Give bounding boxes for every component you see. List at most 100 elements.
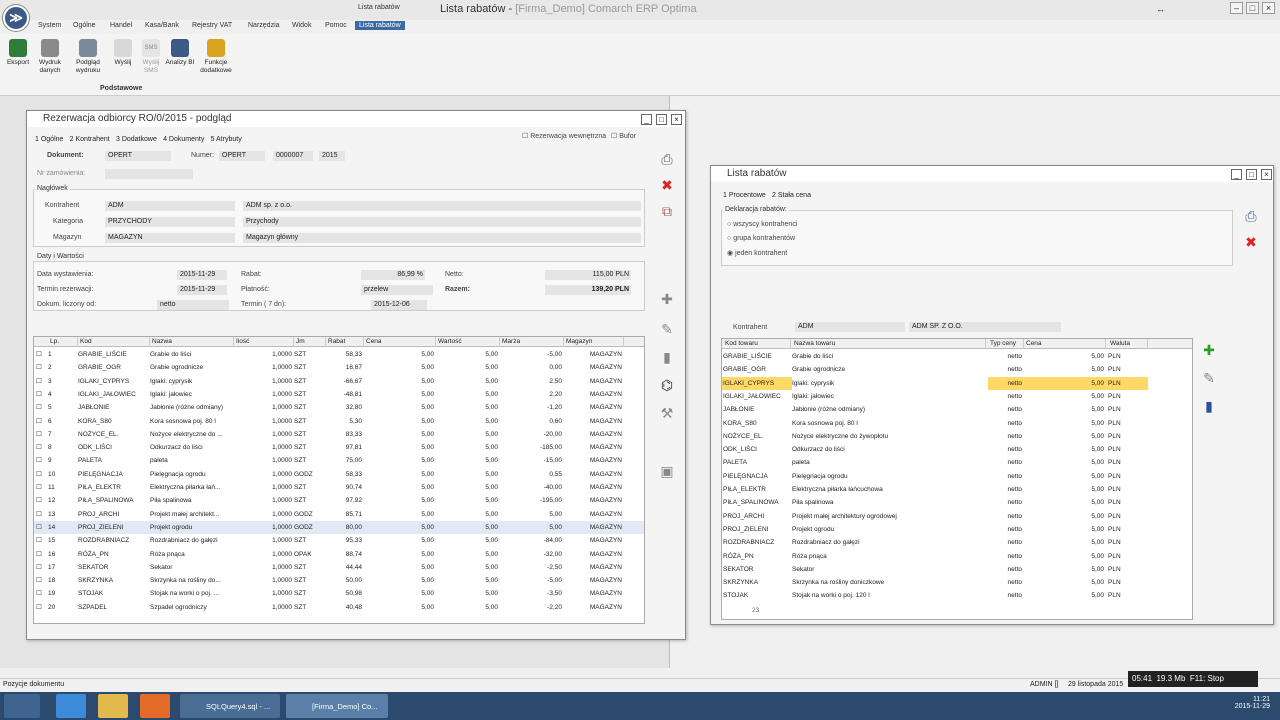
row-checkbox[interactable]: ☐ [36,481,46,494]
table-row[interactable]: ☐ 2 GRABIE_OGR Grabie ogrodnicze 1,0000 SZT 16… [34,361,644,374]
row-checkbox[interactable]: ☐ [36,561,46,574]
table-row[interactable]: ROZDRABNIACZ Rozdrabniacz do gałęzi netto 5… [722,536,1192,549]
table-row[interactable]: ☐ 4 IGLAKI_JAŁOWIEC Iglaki: jałowiec 1,0000 S… [34,388,644,401]
table-row[interactable]: PROJ_ARCHI Projekt małej architektury ogr… [722,510,1192,523]
rabaty-kontrahent-field[interactable]: ADM [795,322,905,332]
table-row[interactable]: ☐ 15 ROZDRABNIACZ Rozdrabniacz do gałęzi 1,0… [34,534,644,547]
maximize-icon[interactable]: □ [1246,169,1257,180]
send-sms-button[interactable]: SMS Wyślij SMS [135,39,167,75]
platnosc-select[interactable]: przelew [361,285,433,295]
table-row[interactable]: PIŁA_SPALINOWA Piła spalinowa netto 5,00 PLN [722,496,1192,509]
tab-dodatkowe[interactable]: 3 Dodatkowe [116,136,157,143]
column-header[interactable]: Jm [294,337,326,347]
clock[interactable]: 11:21 2015-11-29 [1235,696,1270,710]
row-checkbox[interactable]: ☐ [36,534,46,547]
column-header[interactable]: Kod towaru [723,339,791,349]
row-checkbox[interactable]: ☐ [36,454,46,467]
row-checkbox[interactable]: ☐ [36,548,46,561]
table-row[interactable]: ☐ 8 ODK_LIŚCI Odkurzacz do liści 1,0000 SZT 97… [34,441,644,454]
copy-icon[interactable]: ⧉ [659,203,675,219]
column-header[interactable]: Nazwa towaru [792,339,986,349]
table-row[interactable]: ☐ 6 KORA_S80 Kora sosnowa poj. 80 l 1,0000 SZ… [34,415,644,428]
kategoria-field[interactable]: PRZYCHODY [105,217,235,227]
column-header[interactable]: Cena [364,337,436,347]
table-row[interactable]: PROJ_ZIELENI Projekt ogrodu netto 5,00 PLN [722,523,1192,536]
positions-table[interactable]: Lp. Kod Nazwa Ilość Jm Rabat Cena Wartość Marża M… [33,336,645,624]
tab-kontrahent[interactable]: 2 Kontrahent [70,136,110,143]
print-data-button[interactable]: Wydruk danych [34,39,66,75]
edit-icon[interactable]: ✎ [659,321,675,337]
row-checkbox[interactable]: ☐ [36,521,46,534]
table-row[interactable]: ☐ 11 PIŁA_ELEKTR Elektryczna piłarka łań...… [34,481,644,494]
print-icon[interactable]: ⎙ [659,151,675,167]
table-row[interactable]: ☐ 10 PIELĘGNACJA Pielęgnacja ogrodu 1,0000 GO… [34,468,644,481]
print-preview-button[interactable]: Podgląd wydruku [72,39,104,75]
tab-stala-cena[interactable]: 2 Stała cena [772,192,811,199]
minimize-icon[interactable]: _ [1231,169,1242,180]
stock-icon[interactable]: ▣ [659,463,675,479]
minimize-icon[interactable]: _ [641,114,652,125]
restore-arrows-icon[interactable]: ↔ [1156,4,1165,14]
table-row[interactable]: ☐ 7 NOŻYCE_EL. Nożyce elektryczne do ... 1,0… [34,428,644,441]
table-row[interactable]: IGLAKI_CYPRYS Iglaki: cyprysik netto 5,00 PL… [722,376,1192,390]
column-header[interactable]: Lp. [48,337,78,347]
kontrahent-field[interactable]: ADM [105,201,235,211]
start-icon[interactable] [4,694,40,718]
column-header[interactable]: Marża [500,337,564,347]
row-checkbox[interactable]: ☐ [36,601,46,614]
table-row[interactable]: ☐ 3 IGLAKI_CYPRYS Iglaki: cyprysik 1,0000 SZT… [34,375,644,388]
menu-rejestry-vat[interactable]: Rejestry VAT [192,22,232,29]
row-checkbox[interactable]: ☐ [36,428,46,441]
taskbar-erp[interactable]: [Firma_Demo] Co... [286,694,388,718]
column-header[interactable]: Magazyn [564,337,624,347]
menu-system[interactable]: System [38,22,61,29]
row-checkbox[interactable]: ☐ [36,587,46,600]
cancel-icon[interactable]: ✖ [1243,234,1259,250]
explorer-icon[interactable] [98,694,128,718]
row-checkbox[interactable]: ☐ [36,348,46,361]
delete-icon[interactable]: ▮ [1201,398,1217,414]
table-row[interactable]: ☐ 12 PIŁA_SPALINOWA Piła spalinowa 1,0000 SZT… [34,494,644,507]
add-icon[interactable]: ✚ [1201,342,1217,358]
table-row[interactable]: ☐ 16 RÓŻA_PN Róża pnąca 1,0000 OPAK 88,74 5,00 5… [34,548,644,561]
tab-atrybuty[interactable]: 5 Atrybuty [211,136,242,143]
row-checkbox[interactable]: ☐ [36,361,46,374]
menu-pomoc[interactable]: Pomoc [325,22,347,29]
termin-rezerwacji-field[interactable]: 2015-11-29 [177,285,227,295]
column-header[interactable]: Ilość [234,337,294,347]
close-icon[interactable]: × [671,114,682,125]
table-row[interactable]: ☐ 9 PALETA paleta 1,0000 SZT 75,00 5,00 5,00 -15,… [34,454,644,467]
table-row[interactable]: ☐ 17 SEKATOR Sekator 1,0000 SZT 44,44 5,00 5,00 -… [34,561,644,574]
tab-dokumenty[interactable]: 4 Dokumenty [163,136,204,143]
table-row[interactable]: ☐ 18 SKRZYNKA Skrzynka na rośliny do... 1,00… [34,574,644,587]
maximize-icon[interactable]: □ [1246,2,1259,14]
menu-kasa-bank[interactable]: Kasa/Bank [145,22,179,29]
menu-widok[interactable]: Widok [292,22,311,29]
print-icon[interactable]: ⎙ [1243,208,1259,224]
numer-prefix-field[interactable]: OPERT [219,151,265,161]
nr-zamowienia-field[interactable] [105,169,193,179]
column-header[interactable]: Wartość [436,337,500,347]
edit-icon[interactable]: ✎ [1201,370,1217,386]
close-icon[interactable]: × [1261,169,1272,180]
extra-functions-button[interactable]: Funkcje dodatkowe [196,39,236,75]
erp-logo-icon[interactable]: ≫ [3,5,29,31]
cancel-icon[interactable]: ✖ [659,177,675,193]
row-checkbox[interactable]: ☐ [36,508,46,521]
column-header[interactable]: Nazwa [150,337,234,347]
table-row[interactable]: JABŁONIE Jabłonie (różne odmiany) netto 5,0… [722,403,1192,416]
column-header[interactable]: Rabat [326,337,364,347]
table-row[interactable]: RÓŻA_PN Róża pnąca netto 5,00 PLN [722,550,1192,563]
column-header[interactable]: Typ ceny [988,339,1024,349]
row-checkbox[interactable]: ☐ [36,415,46,428]
bufor-checkbox[interactable]: ☐ Bufor [611,132,636,140]
menu-narzedzia[interactable]: Narzędzia [248,22,280,29]
data-wystawienia-field[interactable]: 2015-11-29 [177,270,227,280]
row-checkbox[interactable]: ☐ [36,468,46,481]
tab-procentowe[interactable]: 1 Procentowe [723,192,766,199]
table-row[interactable]: SKRZYNKA Skrzynka na rośliny doniczkowe ne… [722,576,1192,589]
table-row[interactable]: ☐ 5 JABŁONIE Jabłonie (różne odmiany) 1,0000… [34,401,644,414]
row-checkbox[interactable]: ☐ [36,401,46,414]
table-row[interactable]: GRABIE_LIŚCIE Grabie do liści netto 5,00 PLN [722,350,1192,363]
tool-icon[interactable]: ⚒ [659,405,675,421]
